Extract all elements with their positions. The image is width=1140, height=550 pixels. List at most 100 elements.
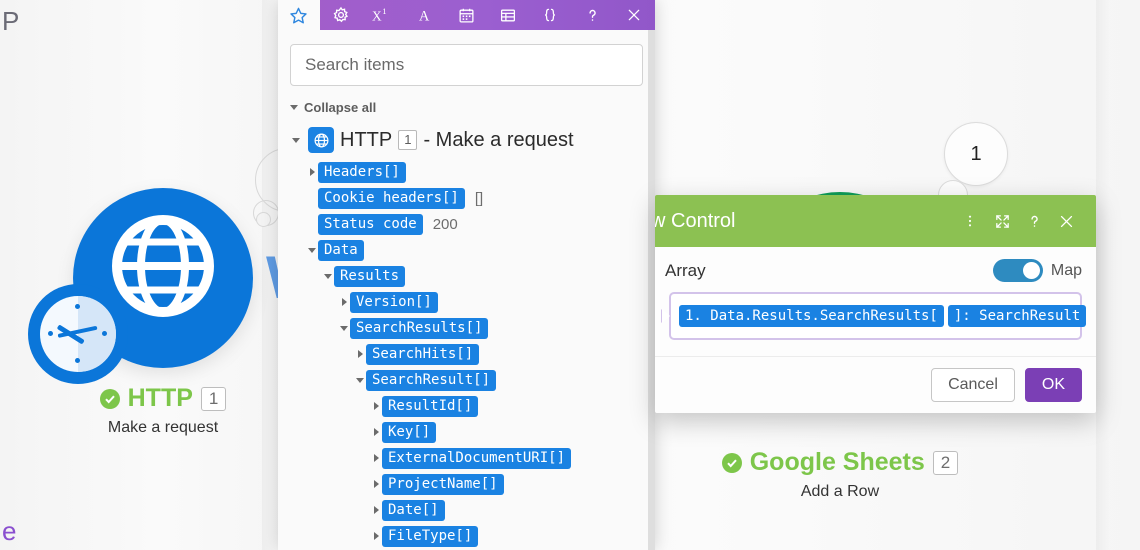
- tree-node-token[interactable]: Headers[]: [318, 162, 406, 183]
- module-http[interactable]: HTTP 1 Make a request: [38, 188, 288, 437]
- panel-scroll-edge[interactable]: [648, 30, 655, 550]
- canvas-shade-right: [1096, 0, 1110, 550]
- tree-node[interactable]: FileType[]: [290, 525, 643, 547]
- chevron-right-icon[interactable]: [370, 428, 382, 436]
- tree-node[interactable]: Data: [290, 239, 643, 261]
- array-token-input[interactable]: 1. Data.Results.SearchResults[ ]: Search…: [669, 292, 1082, 340]
- svg-text:1: 1: [382, 6, 386, 16]
- array-token-1[interactable]: 1. Data.Results.SearchResults[: [679, 305, 944, 327]
- sheets-module-title-row: Google Sheets 2: [700, 448, 980, 477]
- ghost-letter-p: P: [2, 8, 19, 34]
- tree-node[interactable]: SearchResult[]: [290, 369, 643, 391]
- tree-node-list: Headers[] Cookie headers[] [] Status code20…: [290, 161, 643, 550]
- connector-bubble-label: 1: [970, 143, 981, 166]
- tree-node-value: []: [475, 190, 483, 207]
- tree-node[interactable]: ExternalDocumentURI[]: [290, 447, 643, 469]
- tree-node-token[interactable]: Date[]: [382, 500, 445, 521]
- tree-node-token[interactable]: Results: [334, 266, 405, 287]
- chevron-down-icon[interactable]: [290, 138, 302, 143]
- tree-node-token[interactable]: ResultId[]: [382, 396, 478, 417]
- tree-node[interactable]: Status code200: [290, 213, 643, 235]
- globe-icon: [308, 127, 334, 153]
- search-input[interactable]: [290, 44, 643, 86]
- module-google-sheets[interactable]: Google Sheets 2 Add a Row: [700, 432, 980, 501]
- svg-text:A: A: [419, 8, 430, 24]
- chevron-down-icon: [290, 105, 298, 110]
- ok-button[interactable]: OK: [1025, 368, 1082, 402]
- tree-root-http[interactable]: HTTP 1 - Make a request: [290, 127, 643, 153]
- star-icon[interactable]: [278, 0, 320, 30]
- tree-node-token[interactable]: SearchHits[]: [366, 344, 479, 365]
- tree-node-token[interactable]: FileType[]: [382, 526, 478, 547]
- gear-icon[interactable]: [320, 0, 362, 30]
- chevron-right-icon[interactable]: [338, 298, 350, 306]
- chevron-right-icon[interactable]: [370, 454, 382, 462]
- tree-node-token[interactable]: Status code: [318, 214, 423, 235]
- expand-icon[interactable]: [986, 205, 1018, 237]
- table-icon[interactable]: [487, 0, 529, 30]
- svg-text:X: X: [372, 9, 382, 24]
- chevron-right-icon[interactable]: [306, 168, 318, 176]
- sheets-module-subtitle: Add a Row: [700, 483, 980, 501]
- close-icon[interactable]: [1050, 205, 1082, 237]
- tree-node-token[interactable]: ExternalDocumentURI[]: [382, 448, 571, 469]
- help-icon[interactable]: [571, 0, 613, 30]
- items-panel: X 1 A: [278, 0, 655, 550]
- help-icon[interactable]: [1018, 205, 1050, 237]
- collapse-all-label: Collapse all: [304, 100, 376, 115]
- tree-node-token[interactable]: Cookie headers[]: [318, 188, 465, 209]
- chevron-down-icon[interactable]: [338, 326, 350, 331]
- array-token-2[interactable]: ]: SearchResult: [948, 305, 1086, 327]
- tree-node[interactable]: Date[]: [290, 499, 643, 521]
- connector-bubble-1[interactable]: 1: [944, 122, 1008, 186]
- chevron-right-icon[interactable]: [370, 480, 382, 488]
- globe-icon: [111, 214, 215, 318]
- tree-node[interactable]: ResultId[]: [290, 395, 643, 417]
- http-module-subtitle: Make a request: [38, 419, 288, 437]
- http-module-icon[interactable]: [73, 188, 253, 368]
- tree-root-number: 1: [398, 130, 417, 150]
- superscript-icon[interactable]: X 1: [362, 0, 404, 30]
- tree-node[interactable]: Version[]: [290, 291, 643, 313]
- tree-node-token[interactable]: SearchResults[]: [350, 318, 488, 339]
- map-toggle-group[interactable]: Map: [993, 259, 1082, 282]
- array-field-label: Array: [665, 261, 993, 281]
- text-icon[interactable]: A: [404, 0, 446, 30]
- braces-icon[interactable]: [529, 0, 571, 30]
- tree-node[interactable]: Results: [290, 265, 643, 287]
- tree-node-token[interactable]: Data: [318, 240, 364, 261]
- dialog-footer: Cancel OK: [655, 356, 1096, 413]
- tree-node-token[interactable]: Key[]: [382, 422, 436, 443]
- kebab-menu-icon[interactable]: [954, 205, 986, 237]
- tree-node[interactable]: ProjectName[]: [290, 473, 643, 495]
- clock-icon: [28, 284, 128, 384]
- chevron-down-icon[interactable]: [322, 274, 334, 279]
- collapse-all-button[interactable]: Collapse all: [290, 100, 643, 115]
- chevron-down-icon[interactable]: [354, 378, 366, 383]
- array-field-header: Array Map: [669, 259, 1082, 282]
- tree-node[interactable]: SearchResults[]: [290, 317, 643, 339]
- chevron-down-icon[interactable]: [306, 248, 318, 253]
- tree-node-token[interactable]: SearchResult[]: [366, 370, 496, 391]
- drag-handle-icon[interactable]: [662, 309, 670, 323]
- chevron-right-icon[interactable]: [370, 402, 382, 410]
- cancel-button[interactable]: Cancel: [931, 368, 1015, 402]
- tree-node-token[interactable]: Version[]: [350, 292, 438, 313]
- http-module-title-row: HTTP 1: [38, 384, 288, 413]
- tree-root-label: HTTP: [340, 129, 392, 152]
- tree-node-token[interactable]: ProjectName[]: [382, 474, 504, 495]
- dialog-title: w Control: [655, 210, 954, 233]
- tree-node[interactable]: Headers[]: [290, 161, 643, 183]
- chevron-right-icon[interactable]: [370, 532, 382, 540]
- close-icon[interactable]: [613, 0, 655, 30]
- map-toggle[interactable]: [993, 259, 1043, 282]
- tree-node[interactable]: Cookie headers[] []: [290, 187, 643, 209]
- chevron-right-icon[interactable]: [370, 506, 382, 514]
- check-icon: [100, 389, 120, 409]
- chevron-right-icon[interactable]: [354, 350, 366, 358]
- tree-node[interactable]: Key[]: [290, 421, 643, 443]
- items-panel-body: Collapse all HTTP: [278, 30, 655, 550]
- ghost-letter-e: e: [2, 518, 16, 544]
- calendar-icon[interactable]: [446, 0, 488, 30]
- tree-node[interactable]: SearchHits[]: [290, 343, 643, 365]
